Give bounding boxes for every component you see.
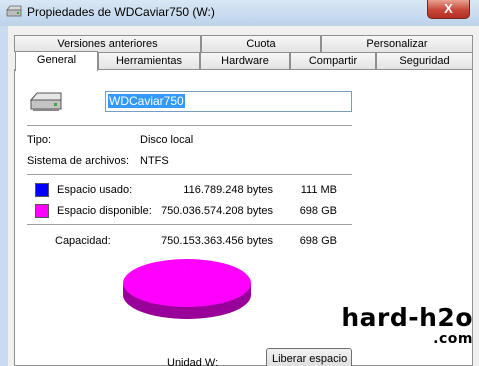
close-button[interactable]: X bbox=[427, 0, 470, 19]
type-label: Tipo: bbox=[27, 134, 52, 146]
type-value: Disco local bbox=[140, 134, 194, 146]
capacity-size: 698 GB bbox=[299, 235, 337, 247]
tab-cuota[interactable]: Cuota bbox=[201, 35, 321, 52]
capacity-bytes: 750.153.363.456 bytes bbox=[161, 235, 273, 247]
volume-name-text: WDCaviar750 bbox=[108, 94, 185, 108]
used-space-label: Espacio usado: bbox=[57, 184, 133, 196]
tab-versiones-anteriores[interactable]: Versiones anteriores bbox=[14, 35, 201, 52]
disk-cleanup-button[interactable]: Liberar espacio bbox=[266, 348, 352, 366]
tab-general[interactable]: General bbox=[15, 51, 98, 71]
filesystem-value: NTFS bbox=[140, 155, 169, 167]
tab-compartir[interactable]: Compartir bbox=[290, 52, 376, 69]
watermark-logo: hard-h2o .com bbox=[341, 303, 473, 347]
tab-herramientas[interactable]: Herramientas bbox=[98, 52, 200, 69]
free-space-bytes: 750.036.574.208 bytes bbox=[161, 205, 273, 217]
watermark-domain: .com bbox=[433, 331, 473, 347]
separator bbox=[27, 224, 352, 225]
window-title: Propiedades de WDCaviar750 (W:) bbox=[27, 5, 215, 19]
tab-seguridad[interactable]: Seguridad bbox=[376, 52, 473, 69]
title-bar: Propiedades de WDCaviar750 (W:) X bbox=[0, 0, 479, 26]
capacity-label: Capacidad: bbox=[55, 235, 111, 247]
free-space-swatch bbox=[35, 204, 49, 218]
used-space-swatch bbox=[35, 183, 49, 197]
separator bbox=[27, 174, 352, 175]
separator bbox=[27, 125, 352, 126]
used-space-size: 111 MB bbox=[300, 184, 337, 196]
free-space-size: 698 GB bbox=[299, 205, 337, 217]
volume-name-input[interactable]: WDCaviar750 bbox=[105, 91, 352, 112]
tab-hardware[interactable]: Hardware bbox=[200, 52, 290, 69]
used-space-bytes: 116.789.248 bytes bbox=[183, 184, 273, 196]
drive-label: Unidad W: bbox=[167, 357, 219, 366]
watermark-brand: hard-h2o bbox=[341, 303, 473, 332]
filesystem-label: Sistema de archivos: bbox=[27, 155, 130, 167]
tab-personalizar[interactable]: Personalizar bbox=[321, 35, 473, 52]
disk-usage-pie bbox=[123, 259, 251, 319]
drive-icon bbox=[6, 5, 22, 17]
hard-drive-icon bbox=[29, 92, 62, 111]
